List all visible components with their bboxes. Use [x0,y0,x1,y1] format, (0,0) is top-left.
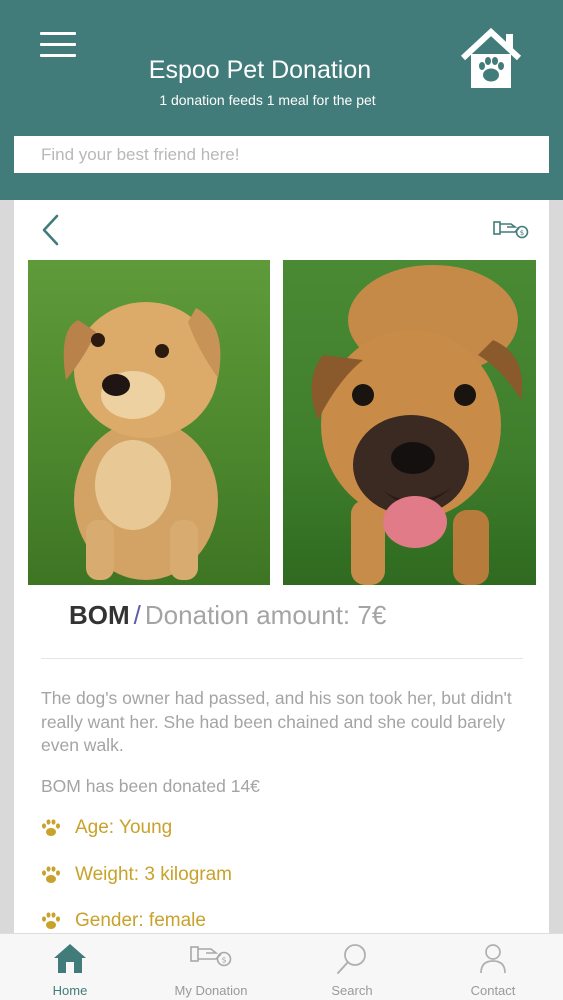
heading-separator: / [133,600,141,630]
nav-label: Contact [470,983,516,998]
pet-description: The dog's owner had passed, and his son … [41,688,512,755]
attribute-text: Gender: female [75,910,206,931]
donation-amount: Donation amount: 7€ [144,600,387,630]
hand-coin-icon[interactable]: $ [493,218,529,240]
app-header: Espoo Pet Donation 1 donation feeds 1 me… [0,0,563,200]
search-input[interactable] [14,136,549,173]
dog-photo[interactable] [28,260,270,585]
person-icon [480,944,506,974]
attribute-gender: Gender: female [41,909,206,933]
nav-label: My Donation [174,983,248,998]
bottom-nav: Home $ My Donation Search Contact [0,933,563,1000]
pet-heading: BOM / Donation amount: 7€ [69,600,386,631]
divider [41,658,523,659]
hand-coin-icon: $ [190,946,232,967]
svg-text:$: $ [221,956,226,965]
app-title: Espoo Pet Donation [148,56,372,84]
dog-photo[interactable] [283,260,536,585]
nav-item-search[interactable]: Search [282,934,422,1000]
pet-detail-card: $ BOM / Donation amount: 7€ The dog's ow… [14,200,549,935]
attribute-weight: Weight: 3 kilogram [41,863,232,887]
chevron-left-icon[interactable] [40,214,62,246]
donated-total: BOM has been donated 14€ [41,776,260,796]
nav-item-my-donation[interactable]: $ My Donation [141,934,281,1000]
hamburger-menu-icon[interactable] [40,32,76,58]
nav-label: Home [52,983,88,998]
search-icon [337,944,366,974]
paw-icon [42,866,60,883]
pet-name: BOM [69,600,130,630]
app-subtitle: 1 donation feeds 1 meal for the pet [159,92,376,108]
paw-icon [42,819,60,836]
attribute-text: Age: Young [75,817,173,838]
home-icon [54,944,86,973]
svg-text:$: $ [520,229,524,237]
attribute-text: Weight: 3 kilogram [75,864,232,885]
nav-item-contact[interactable]: Contact [423,934,563,1000]
nav-label: Search [331,983,373,998]
nav-item-home[interactable]: Home [0,934,140,1000]
paw-icon [42,912,60,929]
home-paw-icon[interactable] [459,27,523,90]
attribute-age: Age: Young [41,816,172,840]
